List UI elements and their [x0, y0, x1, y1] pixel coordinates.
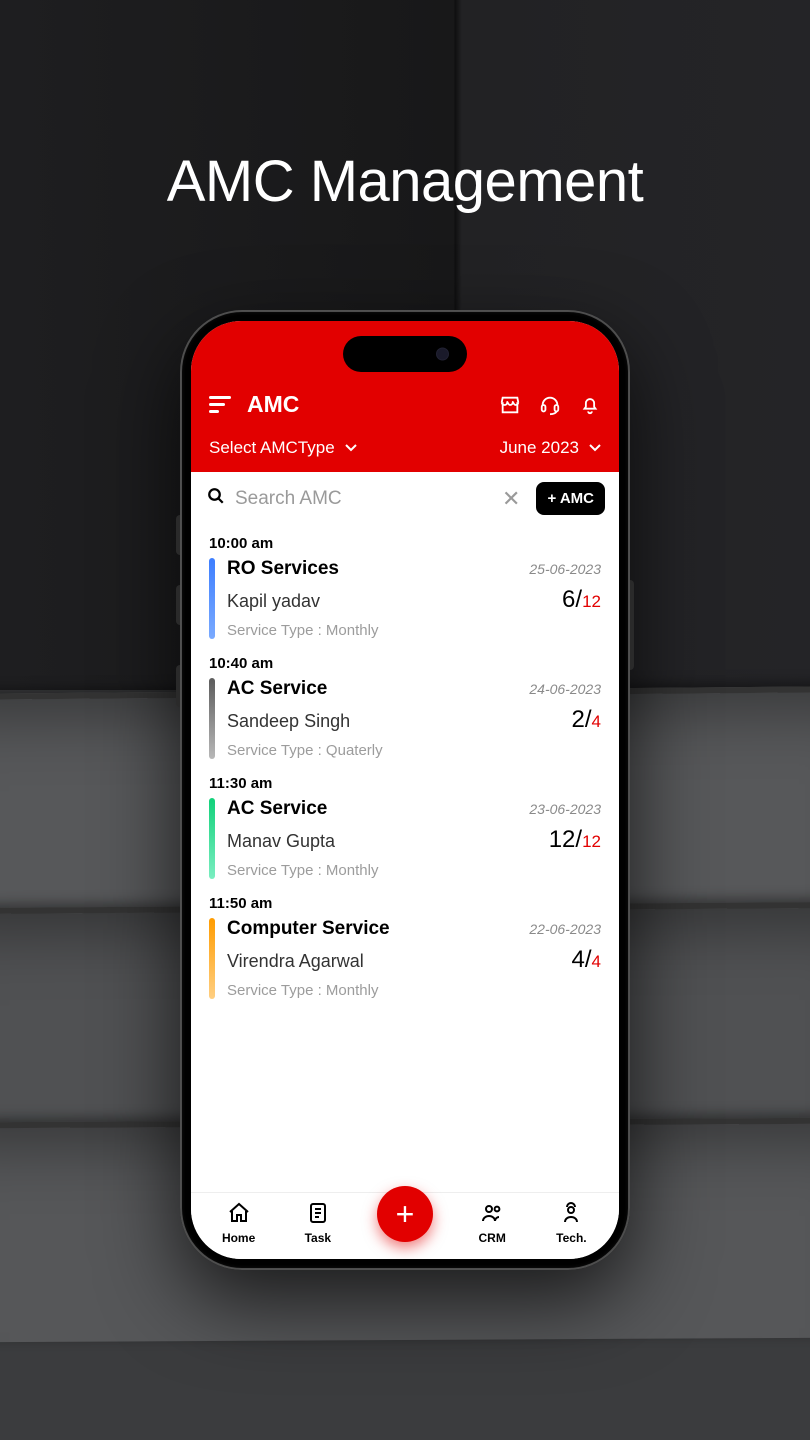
service-name: RO Services — [227, 558, 339, 580]
search-input[interactable] — [235, 488, 486, 510]
crm-icon — [480, 1201, 504, 1228]
customer-name: Kapil yadav — [227, 591, 320, 612]
item-time: 10:40 am — [209, 655, 601, 672]
menu-icon[interactable] — [209, 396, 231, 414]
item-color-bar — [209, 678, 215, 759]
chevron-down-icon — [345, 437, 357, 457]
service-type: Service Type : Monthly — [227, 862, 601, 879]
shop-icon[interactable] — [499, 394, 521, 416]
item-time: 11:50 am — [209, 895, 601, 912]
item-color-bar — [209, 558, 215, 639]
nav-task-label: Task — [305, 1231, 331, 1245]
plus-icon: + — [377, 1186, 433, 1242]
month-label: June 2023 — [500, 438, 579, 458]
item-color-bar — [209, 798, 215, 879]
amc-type-dropdown[interactable]: Select AMCType — [209, 438, 357, 458]
service-type: Service Type : Monthly — [227, 982, 601, 999]
service-count: 12/12 — [549, 826, 601, 854]
bottom-nav: Home Task + CRM Tech. — [191, 1192, 619, 1259]
nav-tech[interactable]: Tech. — [532, 1201, 611, 1245]
service-name: AC Service — [227, 678, 327, 700]
customer-name: Sandeep Singh — [227, 711, 350, 732]
promo-title: AMC Management — [0, 148, 810, 215]
phone-frame: AMC Select AMCType — [180, 310, 630, 1270]
add-amc-button[interactable]: + AMC — [536, 482, 605, 515]
task-icon — [306, 1201, 330, 1228]
bell-icon[interactable] — [579, 394, 601, 416]
customer-name: Virendra Agarwal — [227, 951, 364, 972]
service-name: Computer Service — [227, 918, 390, 940]
item-time: 10:00 am — [209, 535, 601, 552]
list-item[interactable]: 11:50 am Computer Service 22-06-2023 Virend… — [191, 889, 619, 1009]
page-title: AMC — [247, 391, 487, 418]
service-date: 25-06-2023 — [529, 561, 601, 577]
clear-icon[interactable]: ✕ — [494, 486, 528, 512]
service-count: 4/4 — [572, 946, 602, 974]
dynamic-island — [343, 336, 467, 372]
list-item[interactable]: 10:00 am RO Services 25-06-2023 Kapil yadav… — [191, 529, 619, 649]
nav-home-label: Home — [222, 1231, 255, 1245]
service-name: AC Service — [227, 798, 327, 820]
phone-screen: AMC Select AMCType — [191, 321, 619, 1259]
nav-tech-label: Tech. — [556, 1231, 586, 1245]
chevron-down-icon — [589, 437, 601, 457]
month-dropdown[interactable]: June 2023 — [500, 438, 601, 458]
nav-crm[interactable]: CRM — [453, 1201, 532, 1245]
customer-name: Manav Gupta — [227, 831, 335, 852]
service-count: 2/4 — [572, 706, 602, 734]
tech-icon — [559, 1201, 583, 1228]
search-row: ✕ + AMC — [191, 472, 619, 525]
nav-task[interactable]: Task — [278, 1201, 357, 1245]
service-date: 24-06-2023 — [529, 681, 601, 697]
support-icon[interactable] — [539, 394, 561, 416]
home-icon — [227, 1201, 251, 1228]
list-item[interactable]: 11:30 am AC Service 23-06-2023 Manav Gupta 1… — [191, 769, 619, 889]
nav-fab[interactable]: + — [357, 1204, 452, 1242]
list-item[interactable]: 10:40 am AC Service 24-06-2023 Sandeep Sing… — [191, 649, 619, 769]
service-type: Service Type : Monthly — [227, 622, 601, 639]
amc-type-label: Select AMCType — [209, 438, 335, 458]
item-time: 11:30 am — [209, 775, 601, 792]
service-date: 22-06-2023 — [529, 921, 601, 937]
service-count: 6/12 — [562, 586, 601, 614]
search-icon — [207, 487, 225, 510]
item-color-bar — [209, 918, 215, 999]
service-type: Service Type : Quaterly — [227, 742, 601, 759]
nav-crm-label: CRM — [479, 1231, 506, 1245]
nav-home[interactable]: Home — [199, 1201, 278, 1245]
amc-list: 10:00 am RO Services 25-06-2023 Kapil yadav… — [191, 525, 619, 1192]
service-date: 23-06-2023 — [529, 801, 601, 817]
